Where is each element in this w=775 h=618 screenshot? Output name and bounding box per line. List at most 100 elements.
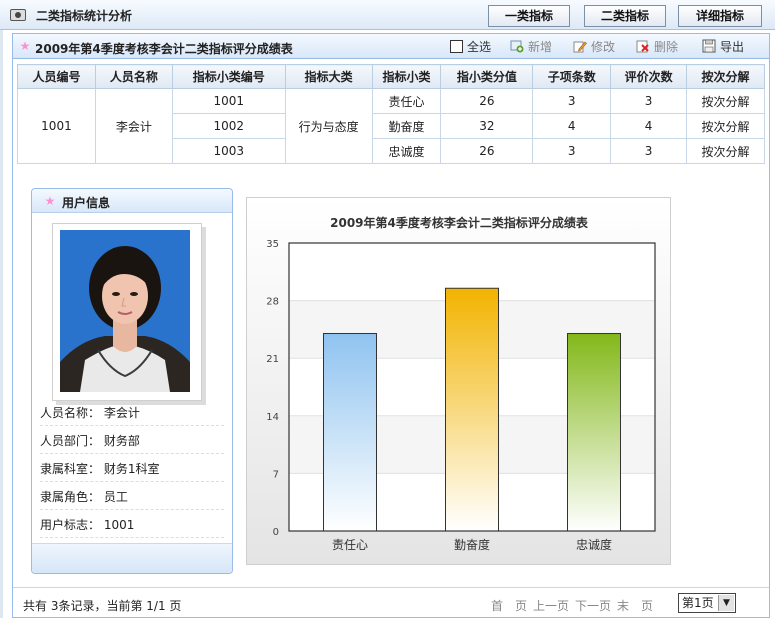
col-eval-times: 评价次数: [610, 64, 688, 89]
y-tick-label: 35: [266, 239, 279, 250]
panel-header: ★ 2009年第4季度考核李会计二类指标评分成绩表 全选 新增 修改 删除 导出: [13, 34, 769, 59]
divider: [40, 509, 224, 510]
pencil-icon: [573, 41, 587, 53]
export-button[interactable]: 导出: [702, 39, 744, 55]
delete-label: 删除: [654, 40, 679, 54]
edit-button[interactable]: 修改: [573, 39, 615, 55]
user-dept-line: 人员部门： 财务部: [40, 434, 140, 448]
select-all-checkbox[interactable]: 全选: [450, 39, 491, 55]
divider: [40, 481, 224, 482]
photo-frame: [52, 223, 202, 401]
col-sub-score: 指小类分值: [440, 64, 534, 89]
title-bar: 二类指标统计分析 一类指标 二类指标 详细指标: [0, 0, 775, 30]
camera-icon: [10, 9, 26, 21]
indicator-table: 人员编号 人员名称 指标小类编号 指标大类 指标小类 指小类分值 子项条数 评价…: [17, 64, 765, 164]
user-name-line: 人员名称： 李会计: [40, 406, 140, 420]
col-item-count: 子项条数: [532, 64, 612, 89]
chart-x-ticks: 责任心 勤奋度 忠诚度: [332, 537, 612, 552]
bar: [445, 287, 499, 532]
app-title: 二类指标统计分析: [36, 9, 133, 23]
cell-item-count: 3: [532, 138, 612, 164]
main-panel: ★ 2009年第4季度考核李会计二类指标评分成绩表 全选 新增 修改 删除 导出…: [12, 33, 770, 618]
star-icon: ★: [44, 194, 56, 208]
cell-sub-score: 32: [440, 113, 534, 139]
col-sub-category: 指标小类: [371, 64, 442, 89]
per-time-breakdown-link[interactable]: 按次分解: [686, 88, 765, 114]
score-chart: 2009年第4季度考核李会计二类指标评分成绩表 0 7 14 21 28 35 责任心 勤奋…: [246, 197, 671, 565]
table-header-row: 人员编号 人员名称 指标小类编号 指标大类 指标小类 指小类分值 子项条数 评价…: [17, 64, 765, 89]
y-tick-label: 0: [273, 527, 279, 538]
cell-person-name: 李会计: [94, 88, 173, 164]
user-flag-line: 用户标志： 1001: [40, 518, 135, 532]
divider: [40, 537, 224, 538]
cell-eval-times: 3: [610, 138, 688, 164]
bar-chart: 2009年第4季度考核李会计二类指标评分成绩表 0 7 14 21 28 35 责任心 勤奋…: [266, 215, 656, 552]
cell-sub-score: 26: [440, 138, 534, 164]
divider: [40, 425, 224, 426]
col-person-name: 人员名称: [94, 64, 173, 89]
table-row[interactable]: 1001 李会计 1001 行为与态度 责任心 26 3 3 按次分解: [17, 88, 765, 164]
page-select-value: 第1页: [682, 596, 714, 610]
cell-sub-score: 26: [440, 88, 534, 114]
user-info-card: ★ 用户信息 人员名称： 李会计 人员部门： 财务部 隶属科室： 财务1科室 隶…: [31, 188, 233, 574]
y-tick-label: 14: [266, 412, 279, 423]
cell-eval-times: 3: [610, 88, 688, 114]
next-page-link[interactable]: 下一页: [575, 597, 611, 614]
cell-category: 行为与态度: [284, 88, 373, 164]
per-time-breakdown-link[interactable]: 按次分解: [686, 113, 765, 139]
prev-page-link[interactable]: 上一页: [533, 597, 569, 614]
delete-button[interactable]: 删除: [636, 39, 678, 55]
portrait-image: [60, 230, 190, 392]
tab-detail-indicators[interactable]: 详细指标: [678, 5, 762, 27]
tab-level1-indicators[interactable]: 一类指标: [488, 5, 570, 27]
edit-label: 修改: [591, 40, 616, 54]
col-per-time: 按次分解: [686, 64, 765, 89]
cell-eval-times: 4: [610, 113, 688, 139]
pager-bar: 共有 3条记录，当前第 1/1 页 首 页 上一页 下一页 末 页 第1页 ▼: [13, 587, 769, 617]
checkbox-icon[interactable]: [450, 40, 463, 53]
cell-sub-category: 责任心: [371, 88, 442, 114]
x-tick-label: 责任心: [332, 538, 368, 552]
divider: [40, 453, 224, 454]
left-gutter: [0, 30, 3, 618]
save-disk-icon: [702, 39, 716, 53]
user-info-footer: [32, 543, 232, 573]
last-page-link[interactable]: 末 页: [617, 597, 653, 614]
user-info-header: ★ 用户信息: [32, 189, 232, 213]
x-tick-label: 忠诚度: [576, 537, 612, 552]
tab-level2-indicators[interactable]: 二类指标: [584, 5, 666, 27]
col-person-id: 人员编号: [17, 64, 96, 89]
user-role-line: 隶属角色： 员工: [40, 490, 128, 504]
user-photo: [60, 230, 190, 392]
delete-icon: [636, 40, 649, 53]
chevron-down-icon[interactable]: ▼: [718, 595, 734, 611]
record-summary: 共有 3条记录，当前第 1/1 页: [23, 599, 182, 613]
cell-sub-category: 勤奋度: [371, 113, 442, 139]
cell-sub-code: 1003: [171, 138, 286, 164]
user-info-title: 用户信息: [62, 196, 111, 210]
cell-sub-code: 1001: [171, 88, 286, 114]
cell-item-count: 4: [532, 113, 612, 139]
col-sub-code: 指标小类编号: [171, 64, 286, 89]
add-button[interactable]: 新增: [510, 39, 552, 55]
first-page-link[interactable]: 首 页: [491, 597, 527, 614]
bar: [323, 333, 377, 532]
col-category: 指标大类: [284, 64, 373, 89]
user-office-line: 隶属科室： 财务1科室: [40, 462, 160, 476]
export-label: 导出: [720, 40, 745, 54]
y-tick-label: 28: [266, 297, 279, 308]
page-select[interactable]: 第1页 ▼: [678, 593, 736, 613]
cell-item-count: 3: [532, 88, 612, 114]
bar: [567, 333, 621, 532]
star-icon: ★: [19, 39, 31, 53]
y-tick-label: 21: [266, 354, 279, 365]
x-tick-label: 勤奋度: [454, 537, 490, 552]
chart-title: 2009年第4季度考核李会计二类指标评分成绩表: [330, 215, 589, 230]
add-icon: [510, 40, 524, 53]
add-label: 新增: [528, 40, 553, 54]
cell-sub-category: 忠诚度: [371, 138, 442, 164]
per-time-breakdown-link[interactable]: 按次分解: [686, 138, 765, 164]
panel-title: 2009年第4季度考核李会计二类指标评分成绩表: [35, 42, 293, 56]
cell-person-id: 1001: [17, 88, 96, 164]
y-tick-label: 7: [273, 469, 279, 480]
